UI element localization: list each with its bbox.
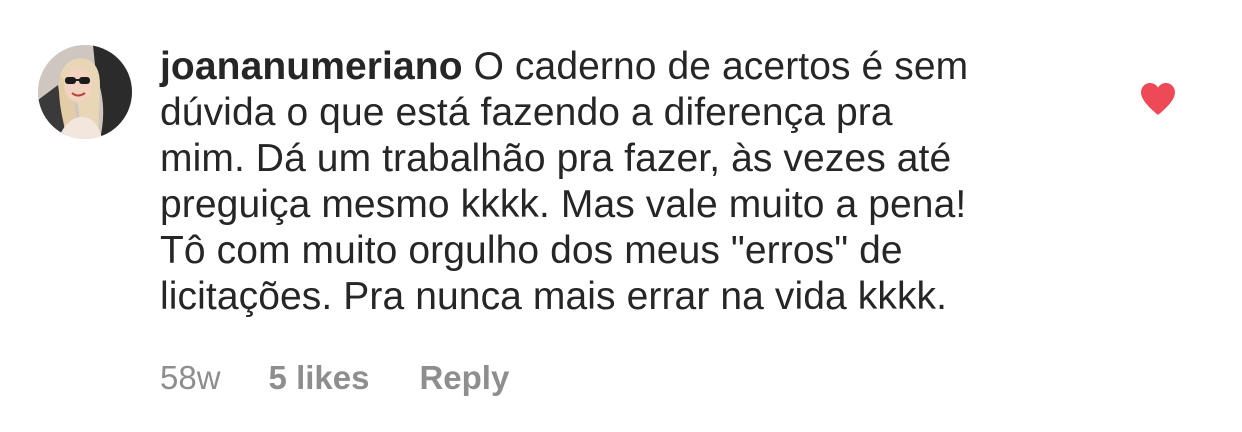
comment-item: joananumeriano O caderno de acertos é se… — [0, 0, 1242, 432]
comment-meta: 58w 5 likes Reply — [160, 356, 509, 400]
comment-line: dúvida o que está fazendo a diferença pr… — [160, 91, 893, 134]
comment-line-text: O caderno de acertos é sem — [473, 45, 969, 88]
comment-line: mim. Dá um trabalhão pra fazer, às vezes… — [160, 137, 952, 180]
reply-button[interactable]: Reply — [419, 356, 509, 400]
comment-line: joananumeriano O caderno de acertos é se… — [160, 44, 1080, 90]
comment-text: joananumeriano O caderno de acertos é se… — [160, 44, 1080, 320]
username-link[interactable]: joananumeriano — [160, 45, 463, 88]
avatar[interactable] — [38, 45, 132, 139]
profile-photo-icon — [38, 45, 132, 139]
like-button[interactable] — [1140, 82, 1176, 116]
heart-icon — [1141, 83, 1175, 115]
comment-line: preguiça mesmo kkkk. Mas vale muito a pe… — [160, 183, 967, 226]
comment-body: joananumeriano O caderno de acertos é se… — [160, 44, 1080, 320]
likes-count-link[interactable]: 5 likes — [269, 356, 370, 400]
comment-line: Tô com muito orgulho dos meus "erros" de — [160, 229, 903, 272]
comment-timestamp: 58w — [160, 359, 221, 396]
comment-line: licitações. Pra nunca mais errar na vida… — [160, 275, 948, 318]
